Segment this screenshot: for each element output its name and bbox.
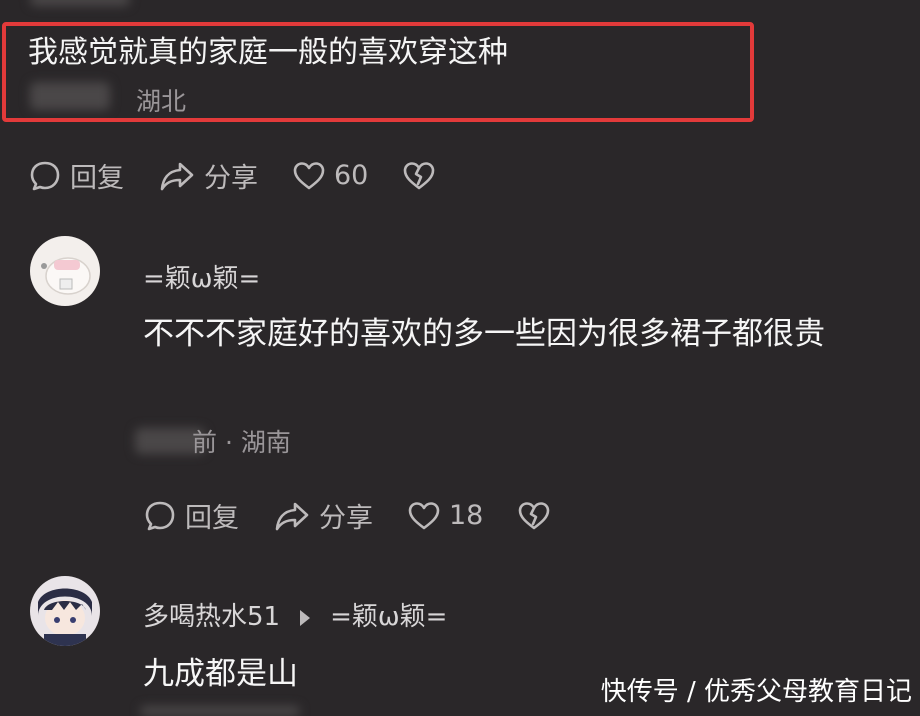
- reply-button[interactable]: 回复: [143, 496, 239, 535]
- blurred-username-top: [30, 0, 130, 6]
- watermark: 快传号 / 优秀父母教育日记: [600, 677, 912, 707]
- heart-icon: [408, 501, 440, 529]
- share-arrow-icon: [275, 502, 309, 530]
- avatar[interactable]: [30, 576, 100, 646]
- blurred-meta-bottom: [140, 706, 300, 716]
- share-arrow-icon: [160, 162, 194, 190]
- comment-location: · 湖南: [225, 428, 291, 457]
- avatar-image: [30, 576, 100, 646]
- avatar[interactable]: [30, 236, 100, 306]
- share-button[interactable]: 分享: [158, 156, 258, 195]
- reply-button[interactable]: 回复: [28, 156, 124, 195]
- comment-actions: 回复 分享 60: [28, 156, 436, 195]
- time-suffix: 前: [192, 428, 218, 457]
- share-label: 分享: [319, 503, 373, 534]
- dislike-button[interactable]: [517, 500, 551, 532]
- like-count: 18: [449, 500, 484, 531]
- reply-to-username[interactable]: =颖ω颖=: [330, 602, 447, 632]
- broken-heart-icon: [519, 501, 550, 529]
- reply-label: 回复: [70, 163, 124, 194]
- like-button[interactable]: 60: [292, 160, 368, 192]
- comment-text: 九成都是山: [143, 656, 298, 692]
- comment-bubble-icon: [30, 161, 60, 190]
- reply-triangle-icon: [300, 609, 311, 626]
- dislike-button[interactable]: [402, 160, 436, 192]
- comment-actions: 回复 分享 18: [143, 496, 551, 535]
- comment-bubble-icon: [145, 501, 175, 530]
- like-count: 60: [334, 160, 369, 191]
- share-label: 分享: [204, 163, 258, 194]
- like-button[interactable]: 18: [407, 500, 483, 532]
- highlight-box: [2, 22, 754, 122]
- reply-label: 回复: [185, 503, 239, 534]
- username[interactable]: 多喝热水51: [143, 602, 280, 632]
- heart-icon: [293, 161, 325, 189]
- comment-text: 不不不家庭好的喜欢的多一些因为很多裙子都很贵: [143, 316, 825, 352]
- share-button[interactable]: 分享: [273, 496, 373, 535]
- username[interactable]: =颖ω颖=: [143, 258, 260, 295]
- comment-meta: 前 · 湖南: [192, 423, 291, 459]
- broken-heart-icon: [404, 161, 435, 189]
- avatar-image: [30, 236, 100, 306]
- reply-header: 多喝热水51 =颖ω颖=: [143, 596, 447, 633]
